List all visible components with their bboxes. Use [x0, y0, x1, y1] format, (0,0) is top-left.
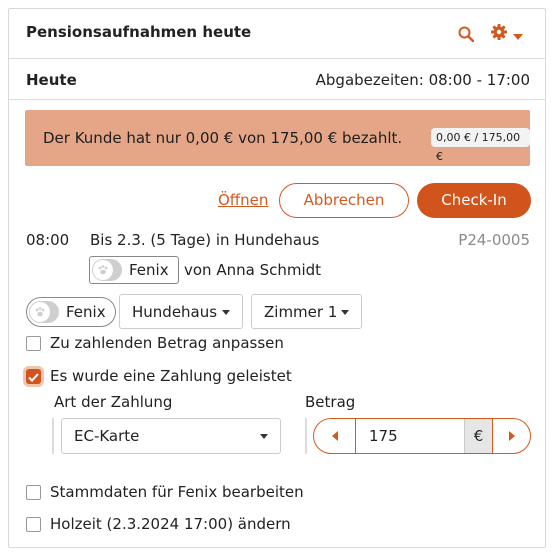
chevron-down-icon	[341, 310, 349, 315]
day-header: Heute Abgabezeiten: 08:00 - 17:00	[9, 60, 545, 100]
payment-alert: Der Kunde hat nur 0,00 € von 175,00 € be…	[25, 110, 530, 166]
change-pickup-label: Holzeit (2.3.2024 17:00) ändern	[50, 515, 291, 533]
caret-right-icon	[508, 431, 515, 441]
amount-stepper[interactable]: 175 €	[313, 418, 531, 454]
edit-master-data-checkbox[interactable]	[26, 484, 41, 500]
adjust-amount-checkbox[interactable]	[26, 335, 41, 351]
amount-input[interactable]: 175	[369, 427, 398, 445]
payment-method-label: Art der Zahlung	[54, 393, 173, 411]
check-icon	[28, 367, 39, 386]
chevron-down-icon	[222, 310, 230, 315]
change-pickup-option[interactable]: Holzeit (2.3.2024 17:00) ändern	[26, 515, 291, 533]
edit-master-data-option[interactable]: Stammdaten für Fenix bearbeiten	[26, 483, 304, 501]
day-title: Heute	[26, 71, 77, 89]
pet-toggle	[29, 301, 59, 323]
pet-toggle-chip[interactable]: Fenix	[26, 297, 116, 327]
paw-icon	[34, 303, 46, 322]
adjust-amount-option[interactable]: Zu zahlenden Betrag anpassen	[26, 334, 284, 352]
owner-name: von Anna Schmidt	[184, 261, 322, 279]
settings-menu-button[interactable]	[490, 23, 526, 45]
search-icon[interactable]	[457, 25, 475, 43]
caret-left-icon	[331, 431, 338, 441]
pet-toggle	[92, 259, 122, 281]
paw-icon	[97, 261, 109, 280]
checkin-button[interactable]: Check-In	[417, 183, 531, 218]
payment-status-badge: 0,00 € / 175,00 €	[431, 128, 530, 163]
pet-name: Fenix	[129, 261, 169, 279]
room-select-value: Zimmer 1	[264, 303, 338, 321]
payment-made-label: Es wurde eine Zahlung geleistet	[50, 367, 292, 385]
edit-master-data-label: Stammdaten für Fenix bearbeiten	[50, 483, 304, 501]
alert-message: Der Kunde hat nur 0,00 € von 175,00 € be…	[43, 129, 403, 147]
change-pickup-checkbox[interactable]	[26, 516, 41, 532]
payment-made-checkbox[interactable]	[26, 367, 41, 386]
field-divider	[52, 418, 54, 454]
booking-description: Bis 2.3. (5 Tage) in Hundehaus	[90, 231, 320, 249]
checkin-panel: Pensionsaufnahmen heute Heute Abgabezeit…	[8, 8, 546, 548]
gear-icon	[490, 23, 508, 45]
amount-label: Betrag	[305, 393, 356, 411]
booking-reference: P24-0005	[458, 231, 530, 249]
chevron-down-icon	[260, 434, 268, 439]
payment-method-select[interactable]: EC-Karte	[61, 418, 281, 454]
pet-chip[interactable]: Fenix	[89, 256, 179, 284]
cancel-button[interactable]: Abbrechen	[279, 183, 409, 218]
pet-name: Fenix	[66, 303, 106, 321]
payment-made-option[interactable]: Es wurde eine Zahlung geleistet	[26, 367, 292, 385]
room-select[interactable]: Zimmer 1	[251, 294, 362, 329]
house-select-value: Hundehaus	[132, 303, 218, 321]
currency-addon: €	[464, 419, 492, 453]
decrement-button[interactable]	[314, 419, 356, 453]
increment-button[interactable]	[492, 419, 530, 453]
dropoff-times: Abgabezeiten: 08:00 - 17:00	[315, 71, 530, 89]
adjust-amount-label: Zu zahlenden Betrag anpassen	[50, 334, 284, 352]
panel-header: Pensionsaufnahmen heute	[9, 9, 545, 59]
field-divider	[305, 418, 307, 454]
chevron-down-icon	[513, 25, 523, 44]
payment-method-value: EC-Karte	[74, 427, 140, 445]
house-select[interactable]: Hundehaus	[119, 294, 243, 329]
booking-time: 08:00	[26, 231, 70, 249]
panel-title: Pensionsaufnahmen heute	[26, 23, 252, 41]
open-link[interactable]: Öffnen	[218, 191, 268, 209]
